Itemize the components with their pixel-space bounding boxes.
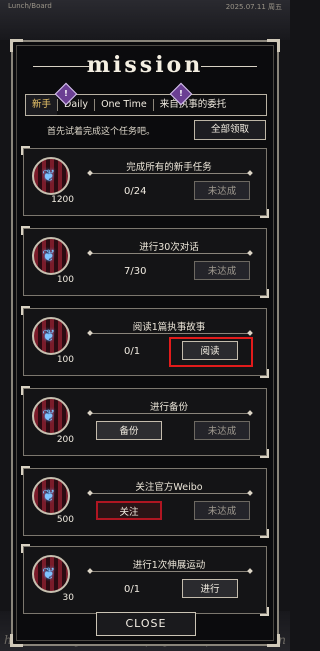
hint-text: 首先试着完成这个任务吧。 xyxy=(47,127,156,137)
background-label: Lunch/Board xyxy=(8,2,52,10)
mission-divider xyxy=(90,333,250,334)
mission-divider xyxy=(90,571,250,572)
reward-amount: 100 xyxy=(56,275,74,285)
mission-progress: 0/24 xyxy=(124,186,147,197)
mission-title: 进行1次伸展运动 xyxy=(132,560,206,571)
mission-progress: 0/1 xyxy=(124,584,141,595)
highlight-frame xyxy=(169,337,253,367)
reward-amount: 100 xyxy=(56,355,74,365)
reward-token: ❦ xyxy=(32,157,70,195)
follow-button[interactable]: 关注 xyxy=(96,501,162,520)
mission-status-button[interactable]: 未达成 xyxy=(194,421,250,440)
mission-status-button[interactable]: 未达成 xyxy=(194,501,250,520)
mission-divider xyxy=(90,173,250,174)
mission-title: 关注官方Weibo xyxy=(135,482,203,493)
mission-card: ❦ 500 关注官方Weibo 关注 未达成 xyxy=(21,466,269,538)
mission-title: 进行30次对话 xyxy=(139,242,199,253)
reward-token: ❦ xyxy=(32,237,70,275)
butterfly-icon: ❦ xyxy=(42,486,56,505)
panel-corner xyxy=(267,634,280,647)
mission-card: ❦ 100 阅读1篇执事故事 0/1 阅读 xyxy=(21,306,269,378)
mission-progress: 0/1 xyxy=(124,346,141,357)
mission-panel: mission 新手 Daily One Time 来自执事的委托 ! ! 首先… xyxy=(10,39,280,647)
mission-progress: 7/30 xyxy=(124,266,147,277)
mission-divider xyxy=(90,253,250,254)
butterfly-icon: ❦ xyxy=(42,406,56,425)
background-status-bar: Lunch/Board 2025.07.11 周五 xyxy=(0,2,290,16)
go-button[interactable]: 进行 xyxy=(182,579,238,598)
butterfly-icon: ❦ xyxy=(42,166,56,185)
tab-one-time[interactable]: One Time xyxy=(95,95,153,115)
mission-card: ❦ 1200 完成所有的新手任务 0/24 未达成 xyxy=(21,146,269,218)
butterfly-icon: ❦ xyxy=(42,326,56,345)
tab-beginner[interactable]: 新手 xyxy=(26,95,58,115)
backup-button[interactable]: 备份 xyxy=(96,421,162,440)
mission-card: ❦ 200 进行备份 备份 未达成 xyxy=(21,386,269,458)
reward-token: ❦ xyxy=(32,477,70,515)
reward-amount: 30 xyxy=(62,593,74,603)
reward-token: ❦ xyxy=(32,397,70,435)
panel-title: mission xyxy=(86,52,204,78)
close-button[interactable]: CLOSE xyxy=(96,612,196,636)
reward-token: ❦ xyxy=(32,555,70,593)
mission-status-button[interactable]: 未达成 xyxy=(194,181,250,200)
mission-card: ❦ 30 进行1次伸展运动 0/1 进行 xyxy=(21,544,269,616)
title-divider xyxy=(201,66,257,67)
mission-title: 完成所有的新手任务 xyxy=(126,162,212,173)
panel-corner xyxy=(10,39,23,52)
tab-butler-requests[interactable]: 来自执事的委托 xyxy=(154,95,233,115)
mission-divider xyxy=(90,413,250,414)
mission-card: ❦ 100 进行30次对话 7/30 未达成 xyxy=(21,226,269,298)
panel-corner xyxy=(267,39,280,52)
background-date: 2025.07.11 周五 xyxy=(225,3,282,11)
butterfly-icon: ❦ xyxy=(42,246,56,265)
mission-divider xyxy=(90,493,250,494)
panel-corner xyxy=(10,634,23,647)
reward-amount: 500 xyxy=(56,515,74,525)
claim-all-button[interactable]: 全部领取 xyxy=(194,120,266,140)
mission-status-button[interactable]: 未达成 xyxy=(194,261,250,280)
mission-title: 进行备份 xyxy=(149,402,188,413)
mission-title: 阅读1篇执事故事 xyxy=(132,322,206,333)
reward-token: ❦ xyxy=(32,317,70,355)
butterfly-icon: ❦ xyxy=(42,564,56,583)
reward-amount: 200 xyxy=(56,435,74,445)
reward-amount: 1200 xyxy=(51,195,74,205)
